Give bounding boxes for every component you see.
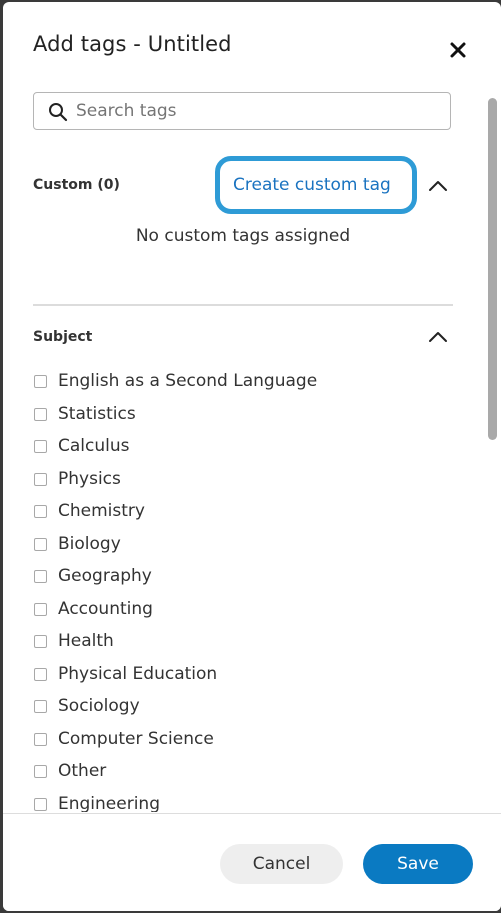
custom-section-title: Custom (0) [33,177,120,193]
scrollbar-thumb[interactable] [488,98,497,440]
checkbox[interactable] [34,538,47,551]
create-custom-tag-label: Create custom tag [233,175,391,195]
subject-item-label: Physics [58,469,121,489]
subject-item-label: Computer Science [58,729,214,749]
subject-item-label: Chemistry [58,501,145,521]
cancel-button[interactable]: Cancel [220,844,343,884]
chevron-up-icon[interactable] [427,329,449,343]
chevron-up-icon[interactable] [427,178,449,192]
checkbox[interactable] [34,700,47,713]
subject-item-label: Engineering [58,794,160,812]
subject-item-label: Physical Education [58,664,218,684]
dialog-footer: Cancel Save [3,814,501,911]
subject-item-label: English as a Second Language [58,371,318,391]
checkbox[interactable] [34,733,47,746]
subject-item-label: Geography [58,566,152,586]
checkbox[interactable] [34,505,47,518]
save-button[interactable]: Save [363,844,473,884]
tag-list-scroll-area[interactable]: Custom (0) Create custom tag No custom t… [3,2,501,812]
checkbox[interactable] [34,473,47,486]
subject-item-label: Sociology [58,696,140,716]
checkbox[interactable] [34,570,47,583]
subject-section-title: Subject [33,329,93,345]
section-divider [33,304,453,306]
checkbox[interactable] [34,603,47,616]
subject-item-label: Statistics [58,404,136,424]
subject-item-label: Other [58,761,107,781]
checkbox[interactable] [34,635,47,648]
checkbox[interactable] [34,408,47,421]
empty-custom-tags-text: No custom tags assigned [135,226,351,246]
create-custom-tag-button[interactable]: Create custom tag [215,156,417,214]
checkbox[interactable] [34,440,47,453]
checkbox[interactable] [34,668,47,681]
checkbox[interactable] [34,375,47,388]
subject-item-label: Health [58,631,114,651]
subject-item-label: Accounting [58,599,153,619]
add-tags-dialog: Add tags - Untitled Custom (0) Create cu… [3,2,501,911]
subject-item-label: Calculus [58,436,130,456]
checkbox[interactable] [34,798,47,811]
subject-item-label: Biology [58,534,121,554]
checkbox[interactable] [34,765,47,778]
